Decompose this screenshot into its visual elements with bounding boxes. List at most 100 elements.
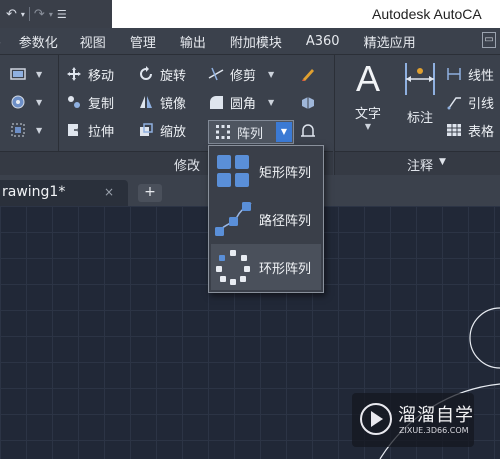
minimize-ribbon-icon[interactable]: ▭ bbox=[482, 32, 496, 48]
watermark-logo: 溜溜自学 ZIXUE.3D66.COM bbox=[352, 393, 474, 447]
rectangle-icon bbox=[10, 68, 26, 80]
explode-icon bbox=[302, 97, 314, 109]
drawing-tab-label: rawing1* bbox=[2, 184, 66, 200]
fillet-button[interactable]: 圆角 ▼ bbox=[208, 91, 274, 113]
annotation-panel-footer[interactable]: 注释 ▼ bbox=[335, 151, 500, 175]
chevron-down-icon: ▼ bbox=[36, 97, 43, 107]
tab-view[interactable]: 视图 bbox=[80, 32, 106, 51]
table-button[interactable]: 表格 bbox=[446, 119, 494, 141]
chevron-down-icon: ▼ bbox=[439, 157, 446, 167]
dimension-label: 标注 bbox=[406, 111, 433, 126]
rotate-icon bbox=[140, 66, 152, 80]
region-tool-dropdown[interactable]: ▼ bbox=[10, 119, 42, 141]
tab-output[interactable]: 输出 bbox=[180, 32, 206, 51]
dimension-icon bbox=[405, 63, 435, 95]
dropdown-arrow-icon[interactable]: ▾ bbox=[21, 10, 25, 19]
play-triangle-icon bbox=[371, 411, 383, 427]
array-label: 阵列 bbox=[237, 126, 264, 142]
hatch-icon bbox=[11, 95, 25, 109]
copy-label: 复制 bbox=[88, 96, 115, 112]
linear-dimension-icon bbox=[447, 68, 461, 80]
linear-label: 线性 bbox=[468, 68, 495, 84]
path-array-icon bbox=[215, 202, 252, 236]
chevron-down-icon[interactable]: ▼ bbox=[268, 98, 274, 107]
explode-button[interactable] bbox=[300, 91, 322, 113]
offset-button[interactable] bbox=[300, 119, 322, 141]
path-array-item[interactable]: 路径阵列 bbox=[211, 196, 321, 242]
stretch-icon bbox=[68, 124, 82, 136]
trim-label: 修剪 bbox=[230, 68, 257, 84]
rotate-button[interactable]: 旋转 bbox=[138, 63, 186, 85]
copy-icon bbox=[68, 96, 80, 108]
tab-parametric[interactable]: 参数化 bbox=[19, 32, 58, 51]
stretch-button[interactable]: 拉伸 bbox=[66, 119, 114, 141]
leader-button[interactable]: 引线 bbox=[446, 91, 494, 113]
tab-manage[interactable]: 管理 bbox=[130, 32, 156, 51]
erase-button[interactable] bbox=[300, 63, 322, 85]
toolbar-separator bbox=[28, 7, 30, 21]
table-label: 表格 bbox=[468, 124, 495, 140]
path-array-label: 路径阵列 bbox=[259, 213, 312, 229]
draw-tool-dropdown[interactable]: ▼ bbox=[10, 63, 42, 85]
polar-array-label: 环形阵列 bbox=[259, 261, 312, 277]
scale-icon bbox=[140, 123, 153, 136]
panel-separator bbox=[58, 55, 59, 151]
array-icon bbox=[216, 125, 230, 139]
rectangular-array-item[interactable]: 矩形阵列 bbox=[211, 148, 321, 194]
stretch-label: 拉伸 bbox=[88, 124, 115, 140]
move-button[interactable]: 移动 bbox=[66, 63, 114, 85]
tab-a360[interactable]: A360 bbox=[306, 34, 340, 49]
leader-label: 引线 bbox=[468, 96, 495, 112]
rotate-label: 旋转 bbox=[160, 68, 187, 84]
leader-icon bbox=[447, 97, 461, 110]
copy-button[interactable]: 复制 bbox=[66, 91, 114, 113]
polar-array-item[interactable]: 环形阵列 bbox=[211, 244, 321, 290]
tab-drawing1[interactable]: rawing1* × bbox=[0, 180, 128, 206]
tab-partial[interactable]: s bbox=[0, 34, 1, 49]
table-icon bbox=[447, 124, 461, 136]
linear-button[interactable]: 线性 bbox=[446, 63, 494, 85]
fillet-icon bbox=[210, 96, 223, 109]
chevron-down-icon: ▼ bbox=[36, 125, 43, 135]
mirror-icon bbox=[140, 96, 152, 108]
rectangular-array-icon bbox=[217, 155, 249, 187]
watermark-url: ZIXUE.3D66.COM bbox=[399, 426, 469, 435]
offset-icon bbox=[301, 124, 315, 137]
text-button[interactable]: A 文字 ▼ bbox=[346, 58, 390, 132]
polar-array-icon bbox=[216, 250, 250, 285]
watermark-name: 溜溜自学 bbox=[398, 405, 474, 426]
move-icon bbox=[67, 67, 81, 81]
new-tab-button[interactable]: + bbox=[138, 184, 162, 202]
rectangular-array-label: 矩形阵列 bbox=[259, 165, 312, 181]
tab-addins[interactable]: 附加模块 bbox=[230, 32, 282, 51]
dropdown-arrow-icon[interactable]: ▾ bbox=[49, 10, 53, 19]
chevron-down-icon[interactable]: ▼ bbox=[268, 70, 274, 79]
array-button[interactable]: 阵列 ▼ bbox=[208, 120, 294, 144]
mirror-button[interactable]: 镜像 bbox=[138, 91, 186, 113]
customize-qat-icon[interactable]: ☰ bbox=[57, 8, 67, 21]
hatch-tool-dropdown[interactable]: ▼ bbox=[10, 91, 42, 113]
boundary-icon bbox=[11, 123, 25, 137]
scale-button[interactable]: 缩放 bbox=[138, 119, 186, 141]
circle-arc-small bbox=[469, 307, 500, 369]
chevron-down-icon: ▼ bbox=[36, 69, 43, 79]
dimension-button[interactable]: 标注 bbox=[398, 59, 442, 126]
ribbon-tab-bar: s 参数化 视图 管理 输出 附加模块 A360 精选应用 ▭ bbox=[0, 28, 500, 54]
text-a-icon: A bbox=[355, 58, 380, 99]
mirror-label: 镜像 bbox=[160, 96, 187, 112]
trim-button[interactable]: 修剪 ▼ bbox=[208, 63, 274, 85]
app-title: Autodesk AutoCA bbox=[372, 6, 482, 22]
move-label: 移动 bbox=[88, 68, 115, 84]
redo-arrow-icon[interactable]: ↷ bbox=[34, 7, 45, 22]
annotation-panel-title: 注释 bbox=[407, 159, 434, 174]
fillet-label: 圆角 bbox=[230, 96, 257, 112]
undo-arrow-icon[interactable]: ↶ bbox=[6, 7, 17, 22]
close-tab-icon[interactable]: × bbox=[104, 180, 114, 204]
quick-access-toolbar: ↶ ▾ ↷ ▾ ☰ bbox=[0, 0, 112, 28]
chevron-down-icon: ▼ bbox=[364, 122, 372, 131]
tab-featured-apps[interactable]: 精选应用 bbox=[364, 32, 416, 51]
array-dropdown-chevron-icon[interactable]: ▼ bbox=[276, 122, 292, 142]
scale-label: 缩放 bbox=[160, 124, 187, 140]
title-bar: ↶ ▾ ↷ ▾ ☰ Autodesk AutoCA bbox=[0, 0, 500, 28]
modify-panel-title: 修改 bbox=[174, 159, 201, 174]
